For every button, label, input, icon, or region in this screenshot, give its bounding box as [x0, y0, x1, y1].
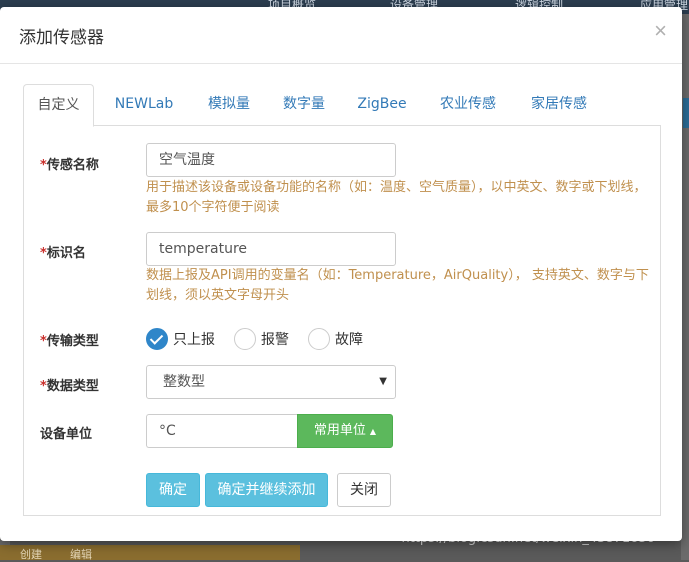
tab-custom[interactable]: 自定义	[23, 84, 94, 127]
radio-report-only[interactable]: 只上报	[146, 327, 215, 351]
background-right-button	[683, 98, 689, 128]
watermark: https://blog.csdn.net/weixin_43871650	[401, 531, 655, 546]
radio-fault[interactable]: 故障	[308, 327, 363, 351]
radio-fault-label: 故障	[335, 332, 363, 348]
identifier-input[interactable]: temperature	[146, 232, 396, 266]
required-mark: *	[40, 158, 47, 173]
tab-analog[interactable]: 模拟量	[193, 84, 265, 126]
tab-digital[interactable]: 数字量	[268, 84, 340, 126]
radio-alarm[interactable]: 报警	[234, 327, 289, 351]
modal-title: 添加传感器	[19, 28, 104, 48]
radio-alarm-label: 报警	[261, 332, 289, 348]
confirm-button[interactable]: 确定	[146, 473, 200, 507]
custom-sensor-form: *传感名称 空气温度 用于描述该设备或设备功能的名称（如：温度、空气质量），以中…	[23, 126, 661, 516]
tab-zigbee[interactable]: ZigBee	[346, 84, 418, 126]
add-sensor-modal: 添加传感器 × 自定义 NEWLab 模拟量 数字量 ZigBee 农业传感 家…	[0, 7, 682, 541]
radio-checked-icon	[146, 328, 168, 350]
identifier-help: 数据上报及API调用的变量名（如：Temperature，AirQuality）…	[146, 268, 649, 303]
radio-unchecked-icon	[308, 328, 330, 350]
sensor-type-tabs: 自定义 NEWLab 模拟量 数字量 ZigBee 农业传感 家居传感	[23, 84, 661, 127]
background-right-column	[681, 14, 689, 560]
close-icon[interactable]: ×	[654, 20, 667, 42]
unit-label: 设备单位	[40, 427, 93, 442]
sensor-name-input[interactable]: 空气温度	[146, 143, 396, 177]
required-mark: *	[40, 246, 47, 261]
identifier-label: *标识名	[40, 246, 86, 261]
transfer-type-label: *传输类型	[40, 334, 99, 349]
sensor-name-help: 用于描述该设备或设备功能的名称（如：温度、空气质量），以中英文、数字或下划线，最…	[146, 180, 647, 215]
common-units-button[interactable]: 常用单位 ▲	[297, 414, 393, 448]
common-units-label: 常用单位	[313, 423, 366, 438]
chevron-down-icon: ▼	[379, 376, 387, 387]
required-mark: *	[40, 334, 47, 349]
data-type-select[interactable]: 整数型 ▼	[146, 365, 396, 399]
radio-unchecked-icon	[234, 328, 256, 350]
tab-newlab[interactable]: NEWLab	[103, 84, 185, 126]
unit-input[interactable]: °C	[146, 414, 297, 448]
close-button[interactable]: 关闭	[337, 473, 391, 507]
data-type-label: *数据类型	[40, 379, 99, 394]
caret-up-icon: ▲	[369, 427, 377, 436]
sensor-name-label: *传感名称	[40, 158, 99, 173]
modal-header: 添加传感器 ×	[0, 7, 682, 64]
sensor-tab-panel: 自定义 NEWLab 模拟量 数字量 ZigBee 农业传感 家居传感 *传感名…	[23, 84, 661, 516]
data-type-value: 整数型	[163, 374, 205, 390]
confirm-and-continue-button[interactable]: 确定并继续添加	[205, 473, 328, 507]
required-mark: *	[40, 379, 47, 394]
radio-report-only-label: 只上报	[173, 332, 215, 348]
tab-home[interactable]: 家居传感	[517, 84, 601, 126]
background-bottom-bar: 创建 编辑	[0, 545, 300, 561]
tab-agriculture[interactable]: 农业传感	[426, 84, 510, 126]
